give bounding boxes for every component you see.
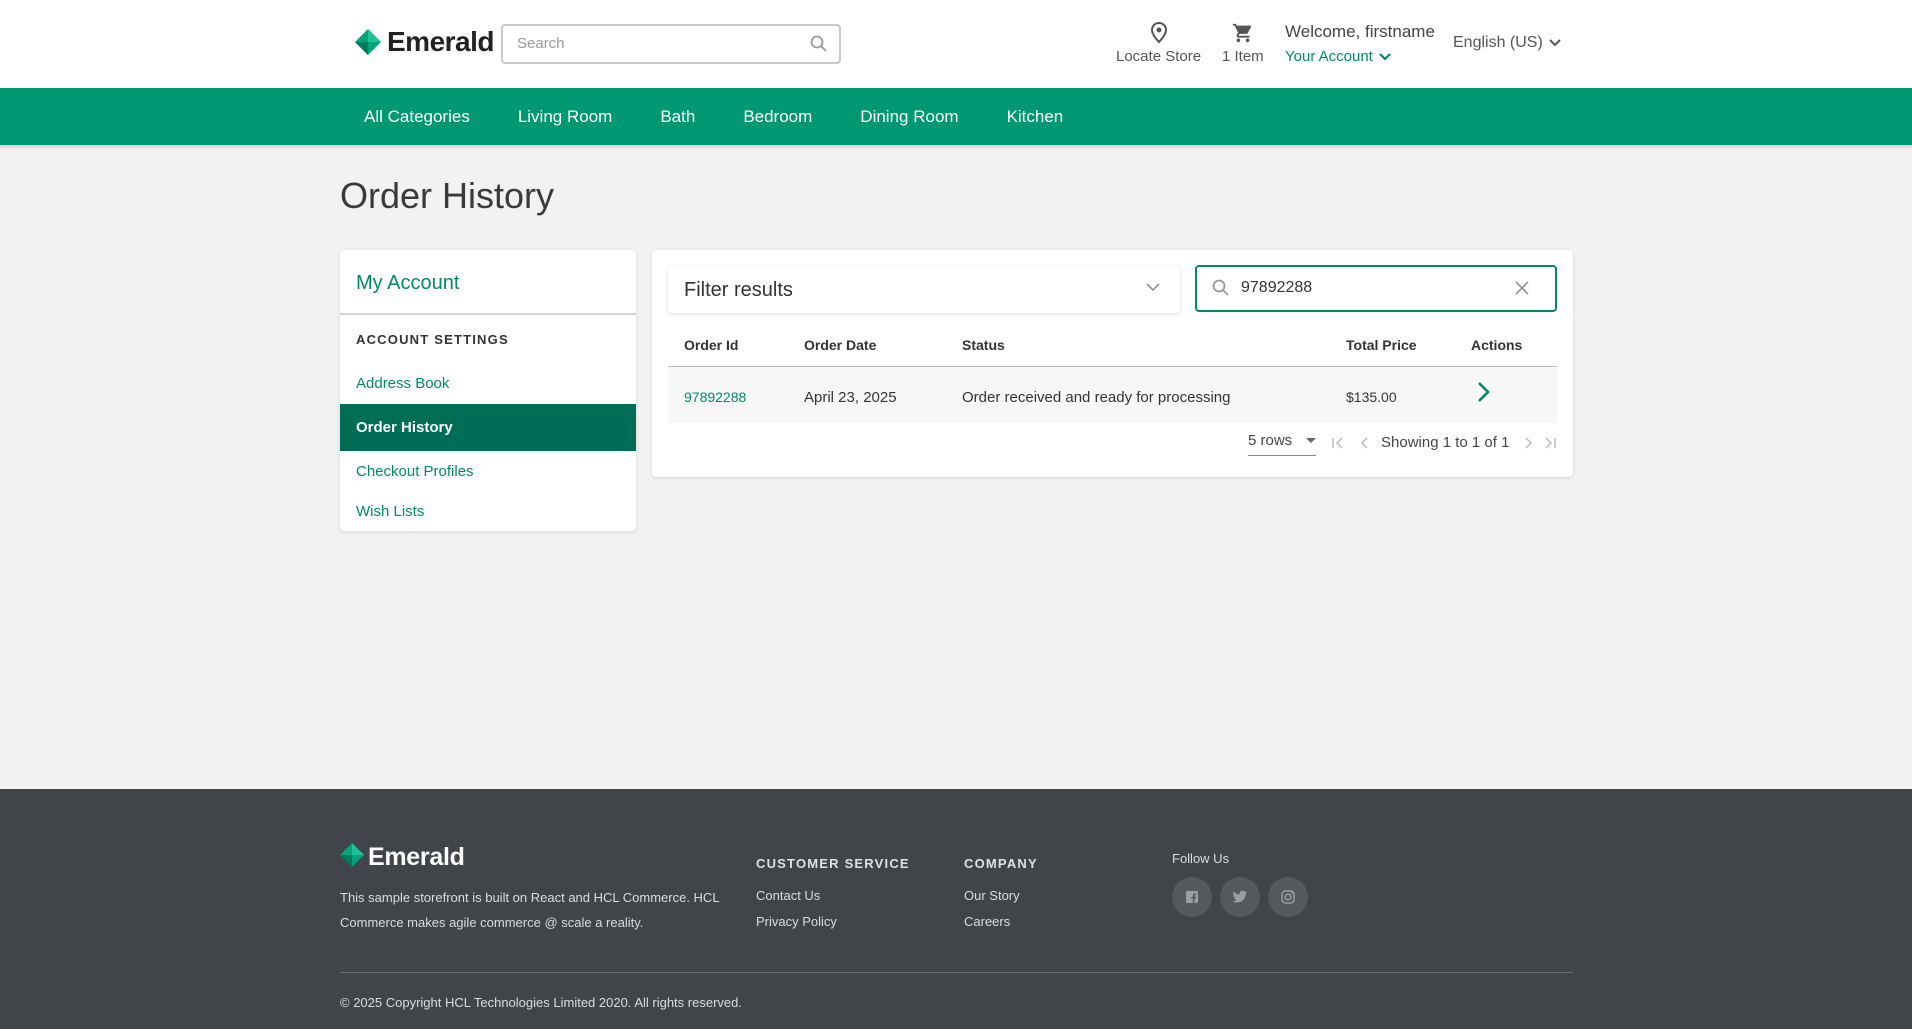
facebook-icon[interactable] — [1172, 877, 1212, 917]
location-pin-icon — [1150, 22, 1167, 44]
cart-button[interactable]: 1 Item — [1222, 22, 1264, 65]
column-header-order-id[interactable]: Order Id — [684, 337, 738, 353]
footer-company-heading: COMPANY — [964, 856, 1038, 871]
locate-store-button[interactable]: Locate Store — [1116, 22, 1201, 65]
order-search[interactable] — [1195, 265, 1557, 312]
sidebar-divider — [340, 313, 636, 315]
order-total: $135.00 — [1346, 389, 1397, 405]
footer-divider — [340, 972, 1573, 973]
column-header-order-date[interactable]: Order Date — [804, 337, 876, 353]
footer-copyright: © 2025 Copyright HCL Technologies Limite… — [340, 995, 742, 1010]
nav-item-kitchen[interactable]: Kitchen — [983, 107, 1088, 127]
site-footer: Emerald This sample storefront is built … — [0, 789, 1912, 1029]
pagination-summary: Showing 1 to 1 of 1 — [1381, 434, 1510, 451]
column-header-total-price[interactable]: Total Price — [1346, 337, 1417, 353]
order-history-panel: Filter results Order Id Order Date Statu… — [652, 250, 1573, 477]
emerald-logo-icon — [355, 29, 381, 55]
table-header: Order Id Order Date Status Total Price A… — [668, 327, 1557, 367]
footer-brand-name: Emerald — [368, 843, 465, 871]
nav-item-all-categories[interactable]: All Categories — [340, 107, 494, 127]
caret-down-icon — [1306, 438, 1316, 443]
footer-link-careers[interactable]: Careers — [964, 914, 1010, 929]
search-icon[interactable] — [809, 34, 829, 54]
nav-item-bedroom[interactable]: Bedroom — [719, 107, 836, 127]
account-sidebar: My Account ACCOUNT SETTINGS Address Book… — [340, 250, 636, 531]
chevron-down-icon — [1549, 39, 1561, 47]
rows-per-page-value: 5 rows — [1248, 432, 1293, 449]
emerald-logo-icon — [340, 843, 364, 872]
sidebar-item-checkout-profiles[interactable]: Checkout Profiles — [356, 463, 474, 480]
footer-customer-service-heading: CUSTOMER SERVICE — [756, 856, 910, 871]
orders-table: Order Id Order Date Status Total Price A… — [668, 327, 1557, 423]
category-nav: All Categories Living Room Bath Bedroom … — [0, 88, 1912, 145]
close-icon[interactable] — [1515, 281, 1529, 300]
site-header: Emerald Locate Store 1 Item Welcome, fir… — [0, 0, 1912, 88]
order-search-input[interactable] — [1241, 279, 1501, 297]
nav-item-bath[interactable]: Bath — [636, 107, 719, 127]
table-row[interactable]: 97892288 April 23, 2025 Order received a… — [668, 367, 1557, 423]
page-title: Order History — [340, 175, 555, 216]
order-status: Order received and ready for processing — [962, 389, 1231, 406]
your-account-menu[interactable]: Your Account — [1285, 48, 1391, 65]
welcome-message: Welcome, firstname — [1285, 22, 1435, 41]
filter-results-dropdown[interactable]: Filter results — [668, 266, 1180, 313]
footer-link-our-story[interactable]: Our Story — [964, 888, 1020, 903]
cart-count: 1 Item — [1222, 48, 1264, 65]
sidebar-item-wish-lists[interactable]: Wish Lists — [356, 503, 424, 520]
twitter-icon[interactable] — [1220, 877, 1260, 917]
language-selector[interactable]: English (US) — [1453, 34, 1561, 52]
footer-brand-logo[interactable]: Emerald — [340, 843, 465, 872]
sidebar-item-address-book[interactable]: Address Book — [356, 375, 449, 392]
shopping-cart-icon — [1232, 23, 1252, 43]
nav-item-dining-room[interactable]: Dining Room — [836, 107, 982, 127]
filter-results-label: Filter results — [684, 279, 793, 301]
search-icon — [1211, 278, 1231, 303]
previous-page-icon[interactable] — [1358, 436, 1372, 455]
site-search[interactable] — [501, 24, 841, 64]
footer-follow-us: Follow Us — [1172, 851, 1230, 866]
chevron-down-icon — [1379, 52, 1391, 61]
column-header-actions: Actions — [1471, 337, 1523, 353]
last-page-icon[interactable] — [1543, 436, 1557, 455]
your-account-label: Your Account — [1285, 48, 1373, 65]
column-header-status[interactable]: Status — [962, 337, 1005, 353]
order-id-link[interactable]: 97892288 — [684, 389, 746, 405]
first-page-icon[interactable] — [1331, 436, 1345, 455]
order-date: April 23, 2025 — [804, 389, 897, 406]
rows-per-page-select[interactable]: 5 rows — [1248, 432, 1316, 456]
nav-item-living-room[interactable]: Living Room — [494, 107, 637, 127]
language-label: English (US) — [1453, 34, 1543, 51]
next-page-icon[interactable] — [1521, 436, 1535, 455]
instagram-icon[interactable] — [1268, 877, 1308, 917]
sidebar-title[interactable]: My Account — [356, 272, 459, 295]
site-search-input[interactable] — [517, 35, 807, 52]
locate-store-label: Locate Store — [1116, 48, 1202, 65]
chevron-right-icon[interactable] — [1476, 381, 1492, 407]
footer-link-privacy-policy[interactable]: Privacy Policy — [756, 914, 837, 929]
footer-link-contact-us[interactable]: Contact Us — [756, 888, 820, 903]
chevron-down-icon — [1146, 283, 1160, 292]
sidebar-section-heading: ACCOUNT SETTINGS — [356, 332, 509, 347]
footer-description: This sample storefront is built on React… — [340, 890, 720, 930]
brand-logo[interactable]: Emerald — [355, 26, 495, 58]
pagination: 5 rows Showing 1 to 1 of 1 — [668, 430, 1557, 460]
sidebar-item-order-history[interactable]: Order History — [340, 404, 636, 451]
brand-name: Emerald — [387, 26, 495, 57]
